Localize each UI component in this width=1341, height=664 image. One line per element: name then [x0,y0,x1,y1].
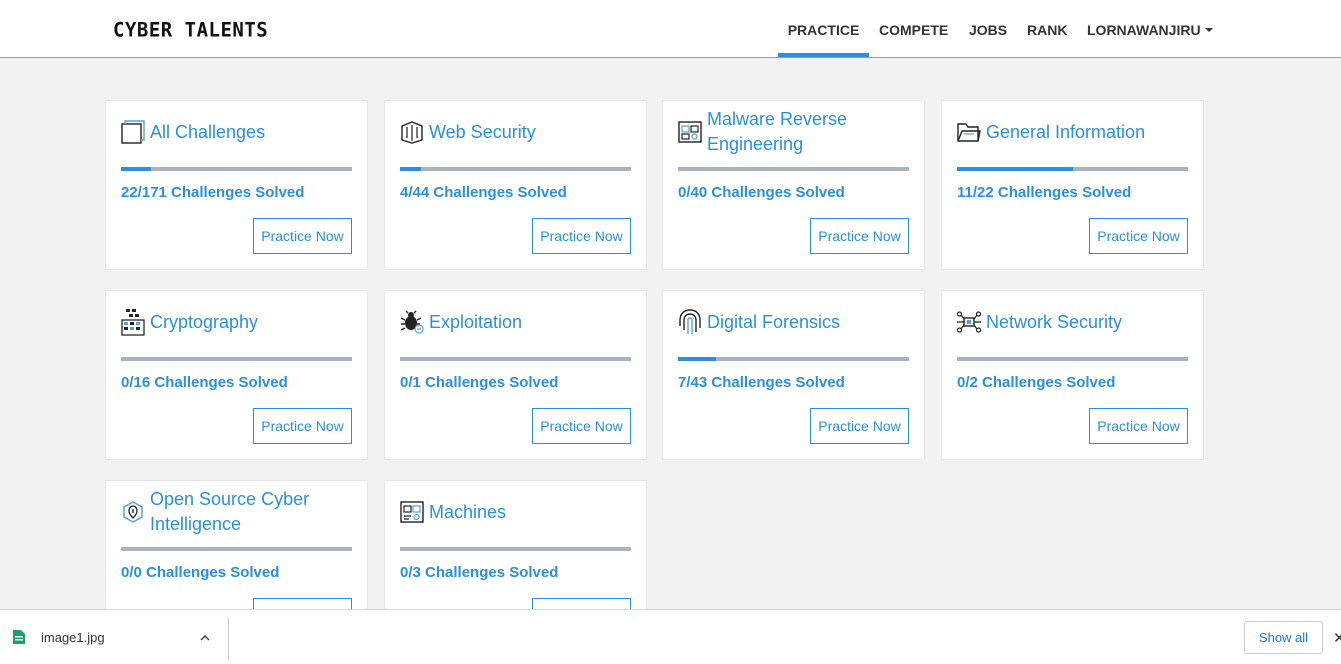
card-header: All Challenges [121,107,356,157]
machine-icon [400,500,424,524]
card-header: Cryptography [121,297,356,347]
username: LORNAWANJIRU [1087,22,1201,38]
card-header: Open Source Cyber Intelligence [121,487,356,537]
progress-bar [121,547,352,551]
practice-now-button[interactable]: Practice Now [810,408,909,444]
challenges-solved-text: 0/40 Challenges Solved [678,184,845,201]
progress-bar [400,547,631,551]
square-icon [121,120,145,144]
challenges-solved-text: 0/16 Challenges Solved [121,374,288,391]
challenges-solved-text: 11/22 Challenges Solved [957,184,1132,201]
practice-now-button[interactable]: Practice Now [1089,218,1188,254]
nav-jobs[interactable]: JOBS [969,0,1007,57]
divider [228,618,229,660]
cyber-talents-logo[interactable]: CYBER TALENTS [113,18,268,41]
image-file-icon [13,630,25,644]
shield-icon [121,500,145,524]
practice-now-button[interactable]: Practice Now [253,408,352,444]
nav-practice[interactable]: PRACTICE [778,0,869,57]
challenges-solved-text: 7/43 Challenges Solved [678,374,845,391]
card-title-link[interactable]: Digital Forensics [707,310,840,335]
show-all-button[interactable]: Show all [1244,621,1323,654]
cryptography-icon [121,309,145,336]
challenges-solved-text: 0/2 Challenges Solved [957,374,1116,391]
practice-now-button[interactable]: Practice Now [253,218,352,254]
folder-icon [957,120,981,144]
progress-fill [957,167,1073,171]
download-shelf: image1.jpg Show all ✕ [0,609,1341,664]
category-card-all-challenges: All Challenges 22/171 Challenges Solved … [105,100,368,270]
caret-down-icon [1204,28,1213,33]
network-icon [957,310,981,334]
practice-now-button[interactable]: Practice Now [810,218,909,254]
category-card-web-security: Web Security 4/44 Challenges Solved Prac… [384,100,647,270]
malware-icon [678,120,702,144]
progress-bar [121,167,352,171]
nav-rank[interactable]: RANK [1027,0,1067,57]
close-icon[interactable]: ✕ [1333,629,1341,647]
practice-now-button[interactable]: Practice Now [1089,408,1188,444]
progress-fill [678,357,716,361]
card-title-link[interactable]: All Challenges [150,120,265,145]
card-header: Exploitation [400,297,635,347]
progress-bar [121,357,352,361]
progress-bar [400,357,631,361]
card-header: Machines [400,487,635,537]
download-file-name[interactable]: image1.jpg [41,630,105,645]
category-card-cryptography: Cryptography 0/16 Challenges Solved Prac… [105,290,368,460]
challenges-solved-text: 0/3 Challenges Solved [400,564,559,581]
card-title-link[interactable]: General Information [986,120,1145,145]
progress-bar [400,167,631,171]
web-security-icon [400,120,424,144]
bug-icon [400,310,424,334]
progress-bar [678,167,909,171]
category-card-malware-reverse-engineering: Malware Reverse Engineering 0/40 Challen… [662,100,925,270]
card-header: Network Security [957,297,1192,347]
chevron-up-icon[interactable] [199,631,211,643]
progress-fill [400,167,421,171]
practice-now-button[interactable]: Practice Now [532,408,631,444]
nav-compete[interactable]: COMPETE [879,0,948,57]
category-card-general-information: General Information 11/22 Challenges Sol… [941,100,1204,270]
category-card-exploitation: Exploitation 0/1 Challenges Solved Pract… [384,290,647,460]
practice-now-button[interactable]: Practice Now [532,218,631,254]
progress-fill [121,167,151,171]
category-card-digital-forensics: Digital Forensics 7/43 Challenges Solved… [662,290,925,460]
progress-bar [957,167,1188,171]
card-title-link[interactable]: Open Source Cyber Intelligence [150,487,356,537]
challenges-solved-text: 4/44 Challenges Solved [400,184,567,201]
card-title-link[interactable]: Malware Reverse Engineering [707,107,913,157]
challenges-solved-text: 0/0 Challenges Solved [121,564,280,581]
top-navbar: CYBER TALENTS PRACTICE COMPETE JOBS RANK… [0,0,1341,58]
challenges-solved-text: 22/171 Challenges Solved [121,184,305,201]
card-title-link[interactable]: Exploitation [429,310,522,335]
card-title-link[interactable]: Network Security [986,310,1122,335]
fingerprint-icon [678,309,702,334]
card-title-link[interactable]: Machines [429,500,506,525]
nav-user-menu[interactable]: LORNAWANJIRU [1087,0,1213,57]
card-title-link[interactable]: Cryptography [150,310,258,335]
progress-bar [678,357,909,361]
card-header: Malware Reverse Engineering [678,107,913,157]
card-title-link[interactable]: Web Security [429,120,536,145]
card-header: Web Security [400,107,635,157]
card-header: General Information [957,107,1192,157]
progress-bar [957,357,1188,361]
card-header: Digital Forensics [678,297,913,347]
category-card-network-security: Network Security 0/2 Challenges Solved P… [941,290,1204,460]
challenges-solved-text: 0/1 Challenges Solved [400,374,559,391]
